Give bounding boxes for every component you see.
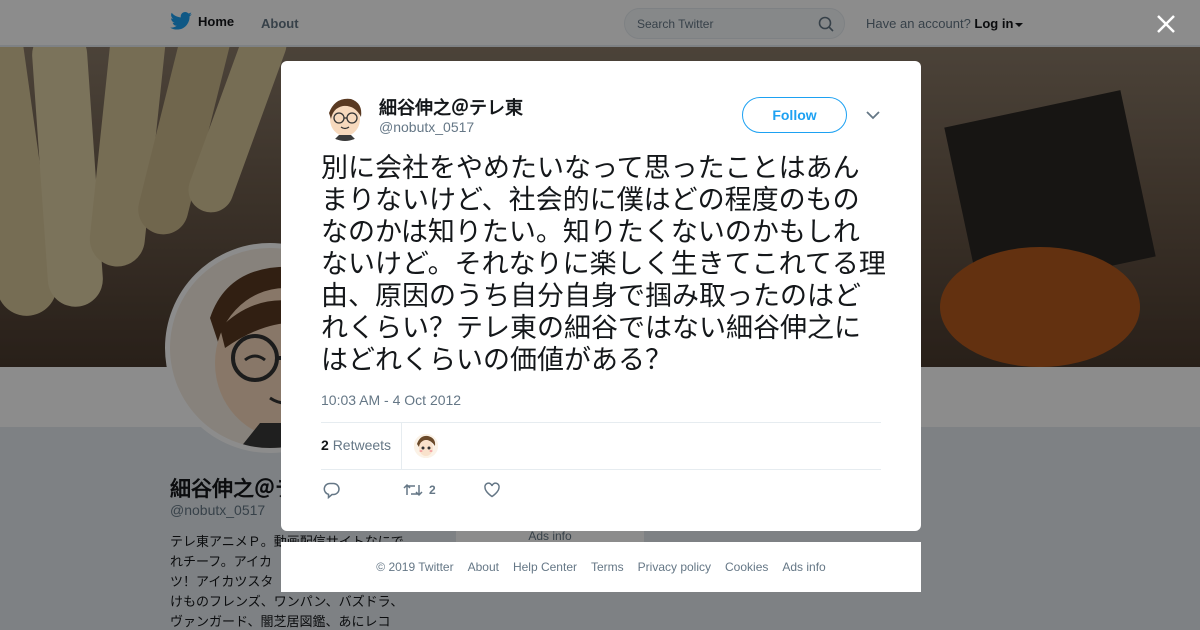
tweet-stats: 2 Retweets <box>321 423 881 469</box>
tweet-actions: 2 <box>321 481 621 501</box>
tweet-author-name[interactable]: 細谷伸之＠テレ東 <box>379 94 523 120</box>
tweet-text: 別に会社をやめたいなって思ったことはあんまりないけど、社会的に僕はどの程度のもの… <box>321 153 886 376</box>
retweeter-avatar[interactable] <box>414 434 438 458</box>
chevron-down-icon[interactable] <box>866 110 880 120</box>
footer-copyright: © 2019 Twitter <box>376 560 454 574</box>
like-icon <box>484 482 500 498</box>
retweet-icon <box>403 483 423 497</box>
author-avatar-illustration <box>321 93 369 141</box>
reply-button[interactable] <box>323 481 341 499</box>
footer-link-privacy-policy[interactable]: Privacy policy <box>638 560 711 574</box>
follow-button[interactable]: Follow <box>742 97 847 133</box>
footer-link-terms[interactable]: Terms <box>591 560 624 574</box>
footer-link-about[interactable]: About <box>468 560 499 574</box>
like-button[interactable] <box>483 481 501 499</box>
reply-icon <box>323 482 340 499</box>
footer-link-ads-info[interactable]: Ads info <box>782 560 825 574</box>
retweet-count: 2 <box>321 437 329 453</box>
tweet-timestamp[interactable]: 10:03 AM - 4 Oct 2012 <box>321 392 461 408</box>
retweets-label: Retweets <box>332 437 392 453</box>
tweet-author-username[interactable]: @nobutx_0517 <box>379 119 474 135</box>
divider <box>321 469 881 470</box>
modal-footer: © 2019 Twitter About Help Center Terms P… <box>281 542 921 592</box>
stat-separator <box>401 423 402 469</box>
tweet-modal: 細谷伸之＠テレ東 @nobutx_0517 Follow 別に会社をやめたいなっ… <box>281 61 921 531</box>
retweeter-avatar-illustration <box>414 434 438 458</box>
footer-link-help-center[interactable]: Help Center <box>513 560 577 574</box>
retweet-action-count: 2 <box>429 483 436 497</box>
footer-link-cookies[interactable]: Cookies <box>725 560 768 574</box>
close-icon[interactable] <box>1156 14 1176 34</box>
retweets-stat[interactable]: 2 Retweets <box>321 437 391 453</box>
tweet-author-avatar[interactable] <box>321 93 369 141</box>
retweet-button[interactable]: 2 <box>403 481 436 499</box>
